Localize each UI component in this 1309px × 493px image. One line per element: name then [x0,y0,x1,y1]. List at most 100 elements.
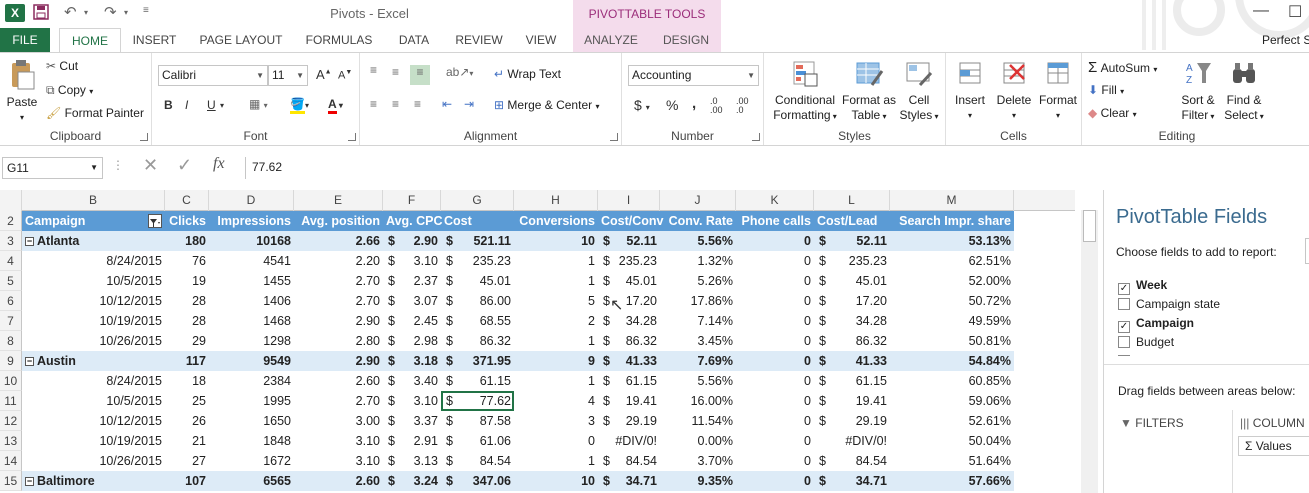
week-cell[interactable]: 10/12/2015 [22,411,165,431]
value-cell[interactable]: 0 [736,431,814,451]
column-header-h[interactable]: H [514,190,598,211]
pane-tools-button[interactable] [1305,238,1309,264]
value-cell[interactable]: 1995 [209,391,294,411]
header-cell[interactable]: Avg. position [294,211,383,231]
value-cell[interactable]: $19.41 [814,391,890,411]
format-as-table-button[interactable]: Format as Table ▾ [840,59,898,124]
value-cell[interactable]: $34.28 [598,311,660,331]
value-cell[interactable]: 4541 [209,251,294,271]
row-number[interactable]: 15 [0,471,22,491]
row-number[interactable]: 3 [0,231,22,251]
value-cell[interactable]: 1 [514,371,598,391]
enter-icon[interactable]: ✓ [177,155,192,176]
value-cell[interactable]: 1468 [209,311,294,331]
value-cell[interactable]: 0 [736,411,814,431]
checked-checkbox-icon[interactable]: ✓ [1118,321,1130,333]
value-cell[interactable]: 51.64% [890,451,1014,471]
value-cell[interactable]: $34.71 [598,471,660,491]
value-cell[interactable]: 52.00% [890,271,1014,291]
row-number[interactable]: 10 [0,371,22,391]
value-cell[interactable]: 52.61% [890,411,1014,431]
value-cell[interactable]: $52.11 [598,231,660,251]
font-size-box[interactable]: 11 ▼ [268,65,308,86]
tab-insert[interactable]: INSERT [127,28,182,52]
value-cell[interactable]: $521.11 [441,231,514,251]
column-header-b[interactable]: B [22,190,165,211]
align-center-icon[interactable]: ≡ [392,97,399,111]
row-number[interactable]: 11 [0,391,22,411]
value-cell[interactable]: 2.90 [294,311,383,331]
value-cell[interactable]: $2.45 [383,311,441,331]
value-cell[interactable]: 28 [165,311,209,331]
font-color-icon[interactable]: A ▾ [328,97,343,114]
value-cell[interactable]: 0 [736,291,814,311]
fill-button[interactable]: ⬇ Fill ▾ [1088,83,1124,97]
value-cell[interactable]: $3.18 [383,351,441,371]
value-cell[interactable]: 5 [514,291,598,311]
value-cell[interactable]: 2.20 [294,251,383,271]
value-cell[interactable]: 59.06% [890,391,1014,411]
value-cell[interactable]: $235.23 [598,251,660,271]
percent-button[interactable]: % [666,97,678,113]
row-number[interactable]: 8 [0,331,22,351]
autosum-button[interactable]: Σ AutoSum ▾ [1088,59,1157,76]
value-cell[interactable]: 0 [736,471,814,491]
copy-button[interactable]: ⧉ Copy ▾ [46,83,93,98]
value-cell[interactable]: 50.81% [890,331,1014,351]
row-number[interactable]: 13 [0,431,22,451]
checkbox-icon[interactable] [1118,336,1130,348]
value-cell[interactable]: 1 [514,451,598,471]
cut-button[interactable]: ✂ Cut [46,59,78,73]
header-cell[interactable]: Search Impr. share [890,211,1014,231]
value-cell[interactable]: $61.15 [441,371,514,391]
value-cell[interactable]: 1.32% [660,251,736,271]
value-cell[interactable]: $3.07 [383,291,441,311]
align-left-icon[interactable]: ≡ [370,97,377,111]
redo-icon[interactable]: ↷ [104,3,117,21]
sort-filter-button[interactable]: AZ Sort & Filter ▾ [1176,59,1220,124]
collapse-icon[interactable]: − [25,237,34,246]
collapse-icon[interactable]: − [25,477,34,486]
formula-input[interactable]: 77.62 [245,157,1075,179]
field-item[interactable]: ✓ Campaign [1118,316,1194,333]
decrease-font-icon[interactable]: A▼ [338,69,352,82]
value-cell[interactable]: 9549 [209,351,294,371]
cancel-icon[interactable]: ✕ [143,155,158,176]
week-cell[interactable]: 10/5/2015 [22,271,165,291]
wrap-text-button[interactable]: ↵ Wrap Text [494,67,561,81]
italic-button[interactable]: I [185,98,188,112]
value-cell[interactable]: $17.20 [598,291,660,311]
value-cell[interactable]: 17.86% [660,291,736,311]
value-cell[interactable]: 1 [514,331,598,351]
row-number[interactable]: 9 [0,351,22,371]
value-cell[interactable]: $87.58 [441,411,514,431]
value-cell[interactable]: 21 [165,431,209,451]
value-cell[interactable]: $235.23 [814,251,890,271]
header-cell[interactable]: Impressions [209,211,294,231]
header-cell[interactable]: Campaign [22,211,165,231]
field-item[interactable]: Campaign state [1118,297,1220,311]
formula-bar-more-icon[interactable]: ⋮ [112,158,124,172]
value-cell[interactable]: $29.19 [598,411,660,431]
value-cell[interactable]: 2.80 [294,331,383,351]
value-cell[interactable]: 2.90 [294,351,383,371]
value-cell[interactable]: $235.23 [441,251,514,271]
header-cell[interactable]: Avg. CPC [383,211,443,231]
value-cell[interactable]: 10 [514,231,598,251]
value-cell[interactable]: $347.06 [441,471,514,491]
undo-icon[interactable]: ↶ [64,3,77,21]
value-cell[interactable]: 1650 [209,411,294,431]
name-box[interactable]: G11 ▼ [2,157,103,179]
save-icon[interactable] [33,4,49,24]
tab-page-layout[interactable]: PAGE LAYOUT [193,28,289,52]
value-cell[interactable]: 11.54% [660,411,736,431]
value-cell[interactable]: $2.98 [383,331,441,351]
clipboard-launcher-icon[interactable] [140,133,148,141]
value-cell[interactable]: 1 [514,251,598,271]
value-cell[interactable]: 0 [736,371,814,391]
align-right-icon[interactable]: ≡ [414,97,421,111]
column-header-k[interactable]: K [736,190,814,211]
column-header-j[interactable]: J [660,190,736,211]
row-number[interactable]: 7 [0,311,22,331]
value-cell[interactable]: $3.10 [383,391,441,411]
